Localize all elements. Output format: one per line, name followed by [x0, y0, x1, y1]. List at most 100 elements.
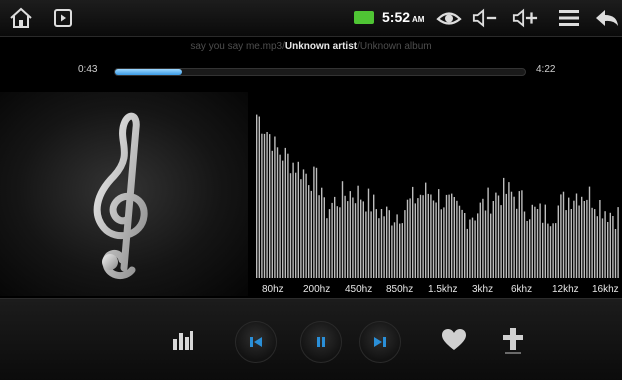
spectrum-bar: [380, 209, 383, 278]
spectrum-bar: [500, 205, 502, 278]
spectrum-bar: [497, 195, 500, 278]
add-icon[interactable]: [499, 325, 527, 357]
equalizer-visualizer: 80hz 200hz 450hz 850hz 1.5khz 3khz 6khz …: [248, 92, 622, 296]
spectrum-bar: [547, 223, 549, 278]
spectrum-bar: [406, 199, 409, 278]
spectrum-bar: [573, 200, 575, 278]
spectrum-bar: [308, 185, 310, 278]
album-art: [0, 92, 248, 296]
previous-icon[interactable]: [235, 321, 277, 363]
clock-time: 5:52: [382, 9, 411, 25]
spectrum-bar: [354, 203, 357, 278]
spectrum-bar: [451, 193, 453, 278]
spectrum-bar: [448, 194, 450, 278]
spectrum-bar: [256, 114, 258, 278]
equalizer-icon[interactable]: [170, 327, 196, 353]
back-icon[interactable]: [594, 6, 620, 30]
spectrum-bar: [604, 211, 606, 278]
spectrum-bar: [279, 154, 281, 278]
spectrum-bar: [399, 223, 401, 278]
spectrum-bar: [583, 201, 585, 278]
spectrum-bar: [518, 191, 520, 278]
track-artist: Unknown artist: [284, 41, 358, 52]
spectrum-bar: [565, 210, 567, 278]
freq-label-3khz: 3khz: [472, 284, 494, 295]
track-title: say you say me.mp3: [190, 41, 283, 52]
spectrum-bar: [271, 150, 273, 278]
spectrum-bar: [562, 191, 565, 278]
spectrum-bar: [443, 207, 445, 278]
spectrum-bar: [396, 214, 398, 278]
spectrum-bar: [505, 193, 507, 278]
spectrum-bar: [438, 189, 440, 278]
spectrum-bar: [609, 212, 611, 278]
spectrum-bar: [464, 213, 466, 278]
spectrum-bar: [599, 200, 601, 278]
spectrum-bar: [263, 133, 266, 278]
volume-up-icon[interactable]: [512, 6, 538, 30]
spectrum-bar: [258, 116, 260, 278]
spectrum-bar: [321, 187, 323, 278]
spectrum-bar: [419, 194, 422, 278]
spectrum-bar: [557, 205, 559, 278]
spectrum-bar: [456, 200, 458, 278]
spectrum-bar: [526, 221, 528, 278]
spectrum-bar: [588, 186, 591, 278]
heart-icon[interactable]: [439, 325, 469, 355]
spectrum-bar: [344, 195, 346, 278]
spectrum-bar: [375, 209, 377, 278]
freq-label-450hz: 450hz: [345, 284, 373, 295]
spectrum-bar: [349, 191, 351, 278]
spectrum-bar: [544, 204, 546, 278]
spectrum-bar: [427, 193, 429, 278]
eye-icon[interactable]: [436, 6, 462, 30]
freq-label-80hz: 80hz: [262, 284, 284, 295]
spectrum-bar: [315, 167, 318, 278]
spectrum-bar: [432, 200, 435, 278]
clock-ampm: AM: [412, 15, 425, 24]
next-icon[interactable]: [359, 321, 401, 363]
spectrum-bar: [578, 205, 580, 278]
battery-icon: [354, 11, 374, 24]
spectrum-bar: [479, 202, 481, 278]
spectrum-bar: [391, 225, 393, 278]
home-icon[interactable]: [8, 6, 34, 30]
spectrum-bar: [367, 188, 370, 278]
volume-down-icon[interactable]: [472, 6, 498, 30]
spectrum-bar: [326, 218, 328, 278]
spectrum-bar: [492, 201, 494, 278]
spectrum-bar: [357, 185, 359, 278]
spectrum-bar: [341, 181, 344, 278]
menu-icon[interactable]: [556, 6, 582, 30]
seek-bar[interactable]: [114, 68, 526, 76]
freq-label-200hz: 200hz: [303, 284, 331, 295]
spectrum-bar: [542, 222, 544, 278]
spectrum-bar: [607, 222, 609, 278]
spectrum-bar: [435, 202, 437, 278]
freq-label-1-5khz: 1.5khz: [428, 284, 458, 295]
spectrum-bar: [274, 136, 276, 278]
spectrum-bar: [362, 201, 364, 278]
spectrum-bar: [552, 223, 554, 278]
spectrum-bar: [336, 206, 338, 278]
spectrum-bar: [534, 206, 536, 278]
spectrum-bar: [425, 182, 427, 278]
spectrum-bar: [388, 210, 390, 278]
spectrum-bar: [461, 209, 463, 278]
playback-controls: [0, 298, 622, 380]
spectrum-bar: [331, 202, 333, 278]
spectrum-bar: [536, 209, 539, 278]
track-album: Unknown album: [359, 41, 432, 52]
spectrum-bar: [560, 194, 562, 278]
frequency-labels: 80hz 200hz 450hz 850hz 1.5khz 3khz 6khz …: [248, 284, 622, 296]
spectrum-bar: [523, 211, 526, 278]
spectrum-bar: [383, 216, 385, 278]
spectrum-bar: [596, 216, 598, 278]
spectrum-bar: [510, 191, 513, 278]
spectrum-bar: [581, 196, 583, 278]
spectrum-bar: [318, 195, 320, 278]
spectrum-bar: [360, 199, 362, 278]
spectrum-bar: [477, 213, 479, 278]
pause-icon[interactable]: [300, 321, 342, 363]
spectrum-bar: [484, 210, 487, 278]
